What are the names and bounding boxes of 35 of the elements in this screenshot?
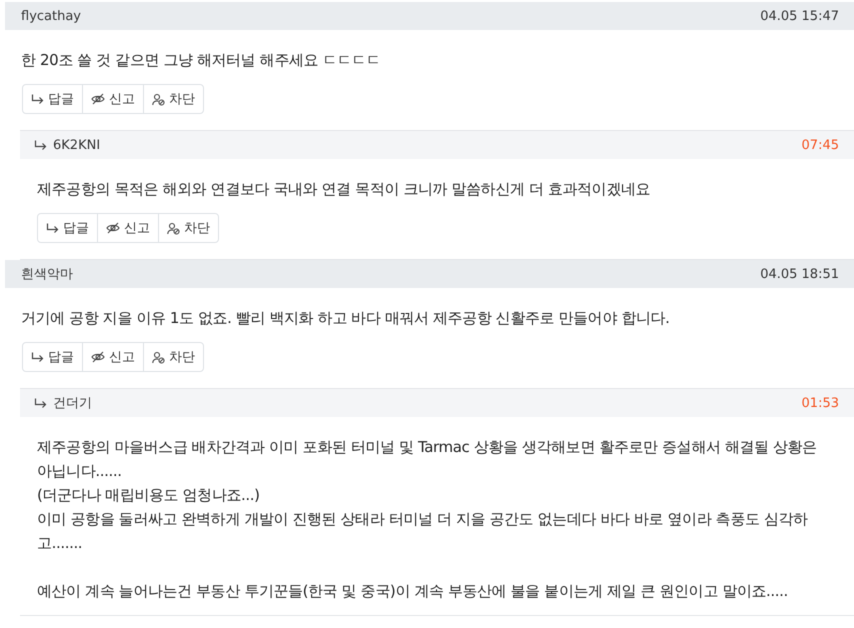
user-block-icon [152, 350, 165, 364]
reply-button[interactable]: 답글 [22, 342, 83, 372]
reply-button[interactable]: 답글 [37, 213, 98, 243]
comment-time: 04.05 18:51 [760, 266, 839, 282]
reply-arrow-icon [31, 352, 44, 362]
comment-text: 제주공항의 목적은 해외와 연결보다 국내와 연결 목적이 크니까 말씀하신게 더 효과적이겠네요 [37, 179, 652, 200]
author-name: 흰색악마 [21, 266, 73, 283]
comment-time: 04.05 15:47 [760, 8, 839, 24]
reply-button[interactable]: 답글 [22, 84, 83, 114]
reply-arrow-icon [34, 140, 47, 150]
comment-text: 이미 공항을 둘러싸고 완벽하게 개발이 진행된 상태라 터미널 더 지을 공간도 없는데다 바다 바로 옆이라 측풍도 심각하고....... [37, 509, 809, 554]
reply-arrow-icon [46, 222, 59, 234]
comment-text: (더군다나 매립비용도 엄청나죠...) [37, 485, 261, 506]
comment-text: 제주공항의 마을버스급 배차간격과 이미 포화된 터미널 및 Tarmac 상황을 생각해보면 활주로만 증설해서 해결될 상황은 아닙니다...... [37, 437, 818, 482]
author-name: flycathay [21, 8, 81, 24]
block-button[interactable]: 차단 [143, 84, 204, 114]
block-button[interactable]: 차단 [143, 342, 204, 372]
user-block-icon [167, 222, 180, 234]
reply-arrow-icon [34, 398, 47, 408]
author-name: 6K2KNI [53, 138, 100, 152]
comment-text: 한 20조 쓸 것 같으면 그냥 해저터널 해주세요 ㄷㄷㄷㄷ [21, 50, 382, 71]
report-button[interactable]: 신고 [97, 213, 159, 243]
report-button[interactable]: 신고 [82, 84, 144, 114]
comment-time: 07:45 [802, 138, 839, 152]
comment-time: 01:53 [802, 396, 839, 410]
report-button[interactable]: 신고 [82, 342, 144, 372]
user-block-icon [152, 92, 165, 106]
reply-arrow-icon [31, 94, 44, 104]
block-button[interactable]: 차단 [158, 213, 219, 243]
eye-off-icon [91, 351, 105, 363]
eye-off-icon [106, 222, 120, 234]
comment-text: 거기에 공항 지을 이유 1도 없죠. 빨리 백지화 하고 바다 매꿔서 제주공항 신활주로 만들어야 합니다. [21, 308, 670, 329]
comment-text: 예산이 계속 늘어나는건 부동산 투기꾼들(한국 및 중국)이 계속 부동산에 불을 붙이는게 제일 큰 원인이고 말이죠..... [37, 581, 789, 602]
author-name: 건더기 [53, 395, 92, 412]
eye-off-icon [91, 93, 105, 105]
